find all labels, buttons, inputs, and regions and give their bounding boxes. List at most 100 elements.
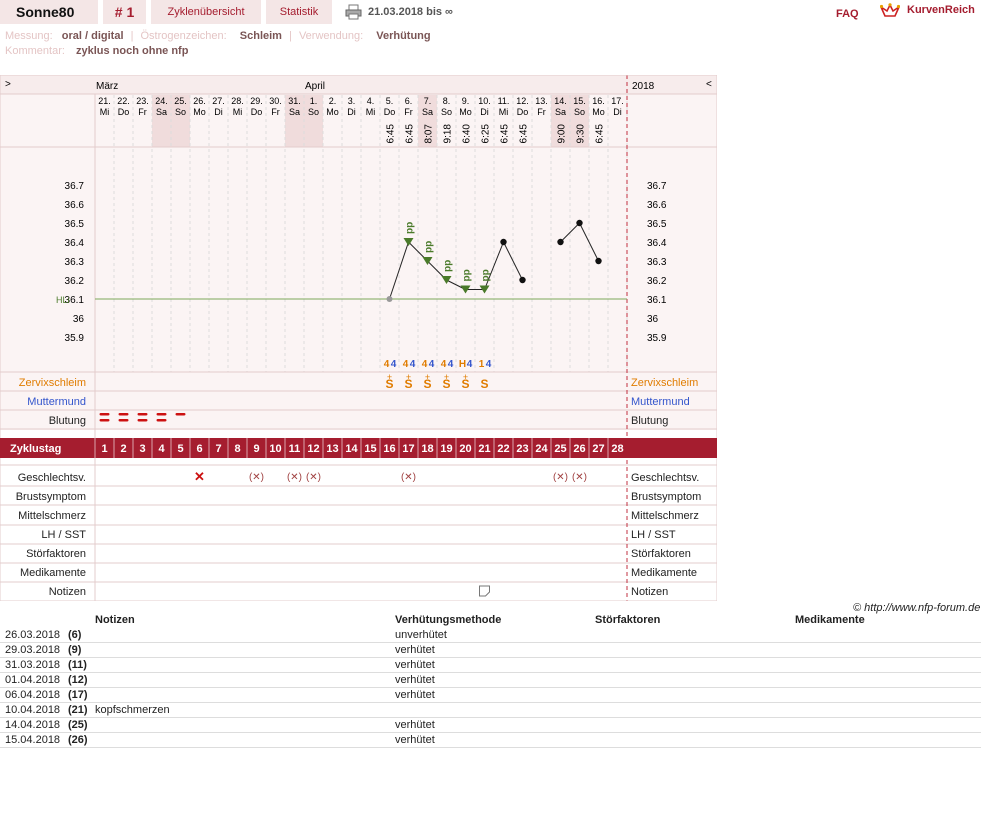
day-date: 7. bbox=[424, 96, 432, 106]
brand-link[interactable]: KurvenReich bbox=[907, 0, 975, 20]
day-date: 17. bbox=[611, 96, 624, 106]
day-weekday: Sa bbox=[289, 107, 300, 117]
cycle-day-number: 3 bbox=[139, 443, 145, 455]
temperature-point[interactable] bbox=[557, 238, 564, 246]
y-tick-left: 36.4 bbox=[65, 238, 85, 249]
day-weekday: Mi bbox=[100, 107, 110, 117]
tab-statistics[interactable]: Statistik bbox=[266, 0, 332, 24]
temperature-point[interactable] bbox=[519, 276, 526, 284]
row-label-left: Geschlechtsv. bbox=[18, 472, 86, 484]
messung-value: oral / digital bbox=[61, 30, 124, 42]
row-cycle-day: (12) bbox=[68, 674, 88, 686]
printer-icon[interactable] bbox=[345, 4, 362, 20]
day-weekday: Mo bbox=[592, 107, 605, 117]
measure-time: 6:45 bbox=[519, 124, 530, 144]
day-weekday: Fr bbox=[271, 107, 280, 117]
row-label-right: Störfaktoren bbox=[631, 548, 691, 560]
day-date: 1. bbox=[310, 96, 318, 106]
cervix-code-a: 4 bbox=[403, 359, 409, 370]
y-tick-left: 36.5 bbox=[65, 219, 85, 230]
row-method: verhütet bbox=[395, 659, 435, 671]
row-label-left: Störfaktoren bbox=[26, 548, 86, 560]
day-date: 31. bbox=[288, 96, 301, 106]
row-label-right: LH / SST bbox=[631, 529, 676, 541]
row-label-right: Geschlechtsv. bbox=[631, 472, 699, 484]
coverline-label: HLi bbox=[56, 295, 70, 305]
intercourse-protected[interactable]: (✕) bbox=[306, 472, 321, 483]
faq-link[interactable]: FAQ bbox=[836, 2, 859, 26]
row-cycle-day: (11) bbox=[68, 659, 87, 671]
cervix-code-a: H bbox=[459, 359, 466, 370]
day-date: 28. bbox=[231, 96, 244, 106]
bleeding-mark bbox=[118, 419, 129, 422]
y-tick-right: 36.5 bbox=[647, 219, 667, 230]
table-row: 15.04.2018 (26) verhütet bbox=[0, 733, 981, 748]
row-cycle-day: (25) bbox=[68, 719, 88, 731]
cycle-day-number: 27 bbox=[592, 443, 604, 455]
day-date: 5. bbox=[386, 96, 394, 106]
day-weekday: Fr bbox=[138, 107, 147, 117]
col-header-stoerfaktoren: Störfaktoren bbox=[595, 614, 661, 626]
row-date: 01.04.2018 bbox=[5, 674, 61, 686]
table-row: 26.03.2018 (6) unverhütet bbox=[0, 628, 981, 643]
day-date: 9. bbox=[462, 96, 470, 106]
cycle-day-label: Zyklustag bbox=[10, 443, 61, 455]
tab-cycle-overview[interactable]: Zyklenübersicht bbox=[151, 0, 261, 24]
day-date: 10. bbox=[478, 96, 491, 106]
verwendung-value: Verhütung bbox=[376, 30, 431, 42]
intercourse-protected[interactable]: (✕) bbox=[249, 472, 264, 483]
cycle-day-number: 26 bbox=[573, 443, 585, 455]
cervix-code-a: 4 bbox=[441, 359, 447, 370]
separator: | bbox=[130, 30, 134, 42]
mucus-symbol: S bbox=[385, 377, 393, 391]
temperature-point[interactable] bbox=[576, 219, 583, 227]
day-weekday: So bbox=[308, 107, 319, 117]
row-method: verhütet bbox=[395, 689, 435, 701]
bleeding-mark bbox=[99, 413, 110, 416]
row-label-left: Notizen bbox=[49, 586, 86, 598]
cycle-day-number: 14 bbox=[345, 443, 358, 455]
measure-time: 6:45 bbox=[405, 124, 416, 144]
measure-time: 6:45 bbox=[595, 124, 606, 144]
cycle-day-number: 15 bbox=[364, 443, 376, 455]
cycle-day-number: 22 bbox=[497, 443, 509, 455]
row-date: 29.03.2018 bbox=[5, 644, 61, 656]
row-method: verhütet bbox=[395, 644, 435, 656]
intercourse-protected[interactable]: (✕) bbox=[401, 472, 416, 483]
row-method: verhütet bbox=[395, 734, 435, 746]
row-label-left: Muttermund bbox=[27, 396, 86, 408]
day-date: 14. bbox=[554, 96, 567, 106]
y-tick-right: 36.4 bbox=[647, 238, 667, 249]
row-label-left: LH / SST bbox=[41, 529, 86, 541]
day-weekday: So bbox=[574, 107, 585, 117]
left-scroll-arrow[interactable]: > bbox=[5, 79, 11, 90]
temperature-point[interactable] bbox=[500, 238, 507, 246]
crown-logo-icon[interactable] bbox=[880, 3, 900, 19]
bleeding-mark bbox=[156, 419, 167, 422]
intercourse-unprotected[interactable]: ✕ bbox=[194, 469, 205, 484]
intercourse-protected[interactable]: (✕) bbox=[572, 472, 587, 483]
temperature-point[interactable] bbox=[595, 257, 602, 265]
intercourse-protected[interactable]: (✕) bbox=[287, 472, 302, 483]
intercourse-protected[interactable]: (✕) bbox=[553, 472, 568, 483]
day-weekday: Do bbox=[118, 107, 130, 117]
y-tick-right: 36.1 bbox=[647, 295, 667, 306]
kommentar-label: Kommentar: bbox=[5, 45, 65, 57]
col-header-medikamente: Medikamente bbox=[795, 614, 865, 626]
right-scroll-arrow[interactable]: < bbox=[706, 79, 712, 90]
day-date: 22. bbox=[117, 96, 130, 106]
temperature-point[interactable] bbox=[386, 296, 393, 302]
cervix-code-b: 4 bbox=[486, 359, 492, 370]
cycle-number-tab[interactable]: # 1 bbox=[103, 0, 146, 24]
measure-time: 8:07 bbox=[424, 124, 435, 144]
day-weekday: Fr bbox=[404, 107, 413, 117]
y-tick-right: 36 bbox=[647, 314, 659, 325]
table-row: 29.03.2018 (9) verhütet bbox=[0, 643, 981, 658]
y-tick-right: 36.3 bbox=[647, 257, 667, 268]
pp-label: pp bbox=[424, 241, 435, 253]
day-date: 30. bbox=[269, 96, 282, 106]
col-header-verhuetung: Verhütungsmethode bbox=[395, 614, 502, 626]
mucus-symbol: S bbox=[461, 377, 469, 391]
cycle-day-number: 25 bbox=[554, 443, 566, 455]
day-date: 21. bbox=[98, 96, 111, 106]
